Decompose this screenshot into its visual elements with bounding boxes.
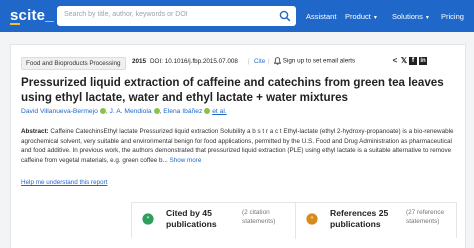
scite-logo[interactable]: scite_	[10, 7, 54, 24]
cited-by-tab[interactable]: ” Cited by 45 publications (2 citation s…	[132, 203, 295, 239]
nav-solutions-label: Solutions	[392, 12, 423, 21]
references-count: References 25 publications	[330, 208, 389, 229]
nav-pricing[interactable]: Pricing	[441, 12, 464, 21]
email-alert-link[interactable]: Sign up to set email alerts	[274, 57, 355, 65]
citation-stats: ” Cited by 45 publications (2 citation s…	[131, 202, 458, 239]
meta-separator: |	[248, 58, 250, 65]
meta-separator: |	[268, 58, 270, 65]
references-tab[interactable]: “ References 25 publications (27 referen…	[296, 203, 458, 239]
chevron-down-icon: ▾	[425, 15, 429, 21]
abstract-text: Caffeine CatechinsEthyl lactate Pressuri…	[21, 128, 454, 164]
search-icon	[279, 10, 291, 22]
bell-icon	[274, 57, 281, 65]
references-icon: “	[306, 213, 318, 225]
author-separator: ,	[159, 108, 162, 115]
reference-statements: (27 reference statements)	[406, 209, 445, 225]
share-icon[interactable]: <	[391, 56, 399, 66]
cited-by-count: Cited by 45 publications	[166, 208, 217, 229]
quote-bubble-icon: ”	[142, 213, 154, 225]
facebook-icon[interactable]: f	[409, 57, 417, 65]
publication-card: Food and Bioproducts Processing 2015 DOI…	[10, 44, 466, 248]
svg-text:”: ”	[146, 216, 150, 224]
nav-assistant[interactable]: Assistant	[306, 12, 336, 21]
nav-product[interactable]: Product ▾	[345, 12, 377, 21]
nav-product-label: Product	[345, 12, 371, 21]
cite-link[interactable]: Cite	[254, 58, 265, 65]
page-title: Pressurized liquid extraction of caffein…	[21, 76, 444, 104]
publication-meta: Food and Bioproducts Processing	[21, 57, 126, 70]
author-link[interactable]: David Villanueva-Bermejo	[21, 108, 98, 115]
linkedin-icon[interactable]: in	[419, 57, 427, 65]
top-navigation-bar: scite_ Search by title, author, keywords…	[0, 0, 474, 32]
et-al-link[interactable]: et al.	[212, 108, 227, 115]
citation-statements: (2 citation statements)	[242, 209, 276, 225]
nav-solutions[interactable]: Solutions ▾	[392, 12, 429, 21]
author-list: David Villanueva-Bermejo, J. A. Mendiola…	[21, 108, 227, 115]
abstract-label: Abstract:	[21, 128, 49, 135]
orcid-icon[interactable]	[204, 108, 211, 115]
email-alert-label: Sign up to set email alerts	[282, 57, 356, 65]
svg-text:“: “	[310, 216, 314, 224]
twitter-icon[interactable]: 𝕏	[400, 56, 408, 66]
author-link[interactable]: Elena Ibáñez	[163, 108, 202, 115]
publication-year: 2015	[132, 58, 147, 65]
logo-underline	[10, 23, 20, 25]
search-input[interactable]: Search by title, author, keywords or DOI	[64, 11, 188, 18]
author-separator: ,	[105, 108, 108, 115]
journal-badge[interactable]: Food and Bioproducts Processing	[21, 57, 126, 70]
search-button[interactable]	[274, 6, 296, 26]
show-more-link[interactable]: Show more	[168, 157, 202, 164]
abstract: Abstract: Caffeine CatechinsEthyl lactat…	[21, 127, 457, 165]
help-understand-link[interactable]: Help me understand this report	[21, 179, 107, 186]
author-link[interactable]: J. A. Mendiola	[110, 108, 152, 115]
search-bar[interactable]: Search by title, author, keywords or DOI	[57, 6, 296, 26]
chevron-down-icon: ▾	[373, 15, 377, 21]
doi-text[interactable]: DOI: 10.1016/j.fbp.2015.07.008	[150, 58, 238, 65]
